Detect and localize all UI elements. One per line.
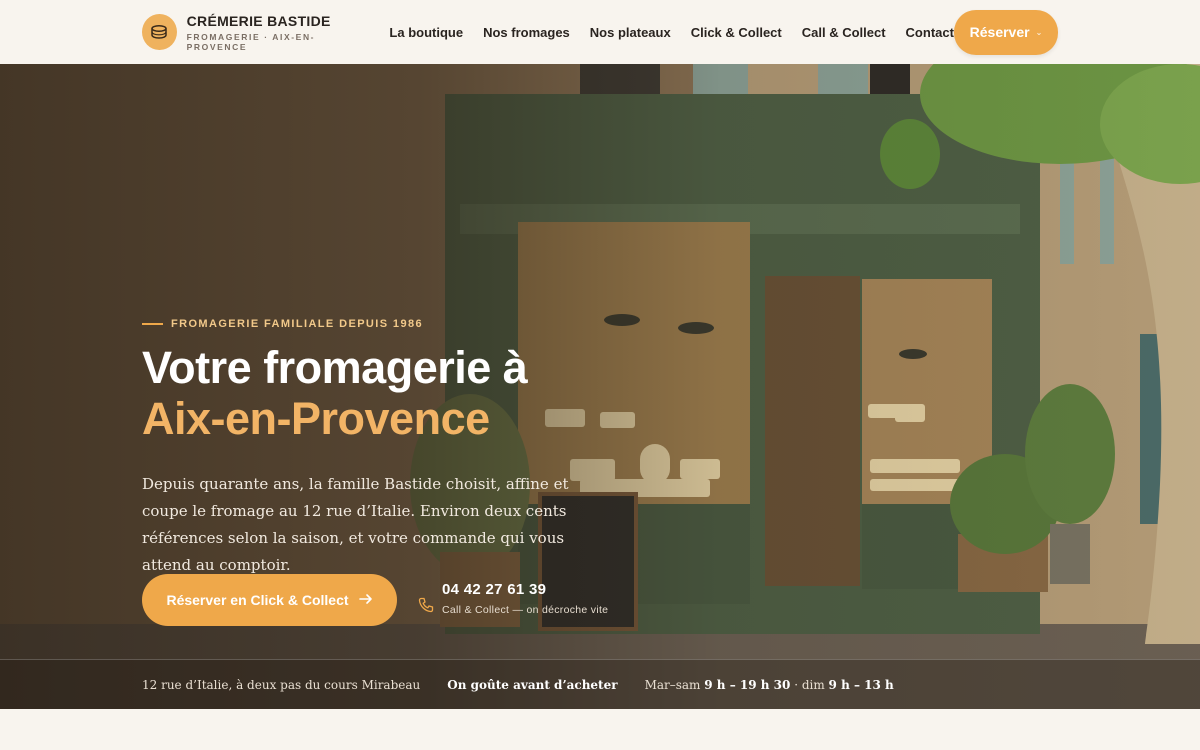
cheese-wheel-icon: [142, 14, 177, 50]
phone-icon: [418, 597, 434, 618]
hero-title: Votre fromagerie à Aix-en-Provence: [142, 342, 528, 444]
hours-weekday: 9 h – 19 h 30: [704, 677, 791, 692]
nav-item-contact[interactable]: Contact: [906, 25, 954, 40]
hours-sunday-label: · dim: [794, 677, 825, 692]
nav-item-fromages[interactable]: Nos fromages: [483, 25, 570, 40]
nav-item-boutique[interactable]: La boutique: [389, 25, 463, 40]
phone-contact[interactable]: 04 42 27 61 39 Call & Collect — on décro…: [418, 581, 608, 618]
hours-days: Mar–sam: [644, 677, 701, 692]
chevron-down-icon: ⌄: [1035, 27, 1043, 37]
nav-item-plateaux[interactable]: Nos plateaux: [590, 25, 671, 40]
brand-title: CRÉMERIE BASTIDE: [186, 12, 331, 29]
phone-number[interactable]: 04 42 27 61 39: [442, 581, 608, 598]
info-hours: Mar–sam 9 h – 19 h 30 · dim 9 h – 13 h: [645, 678, 894, 692]
eyebrow-line: [142, 323, 163, 325]
nav-item-call-collect[interactable]: Call & Collect: [802, 25, 886, 40]
info-address: 12 rue d’Italie, à deux pas du cours Mir…: [142, 677, 421, 692]
brand-subtitle: FROMAGERIE · AIX-EN-PROVENCE: [186, 31, 316, 52]
site-header: CRÉMERIE BASTIDE FROMAGERIE · AIX-EN-PRO…: [0, 0, 1200, 64]
brand-logo[interactable]: CRÉMERIE BASTIDE FROMAGERIE · AIX-EN-PRO…: [142, 13, 368, 52]
reserve-button[interactable]: Réserver ⌄: [953, 9, 1058, 55]
info-tasting: On goûte avant d’acheter: [447, 677, 618, 692]
hero-lead: Depuis quarante ans, la famille Bastide …: [142, 475, 569, 574]
hero-eyebrow: FROMAGERIE FAMILIALE DEPUIS 1986: [142, 318, 423, 330]
hours-sunday: 9 h – 13 h: [828, 677, 894, 692]
info-bar: 12 rue d’Italie, à deux pas du cours Mir…: [0, 659, 1200, 709]
phone-caption: Call & Collect — on décroche vite: [442, 604, 609, 616]
main-nav: La boutique Nos fromages Nos plateaux Cl…: [389, 25, 954, 40]
hero-section: FROMAGERIE FAMILIALE DEPUIS 1986 Votre f…: [0, 64, 1200, 709]
reserve-button-label: Réserver: [969, 24, 1030, 40]
hero-title-line2: Aix-en-Provence: [142, 393, 490, 444]
eyebrow-text: FROMAGERIE FAMILIALE DEPUIS 1986: [171, 318, 424, 330]
hero-title-line1: Votre fromagerie à: [142, 342, 528, 393]
arrow-right-icon: [358, 592, 373, 608]
click-collect-button[interactable]: Réserver en Click & Collect: [142, 574, 397, 626]
nav-item-click-collect[interactable]: Click & Collect: [691, 25, 782, 40]
cta-label: Réserver en Click & Collect: [166, 592, 349, 608]
